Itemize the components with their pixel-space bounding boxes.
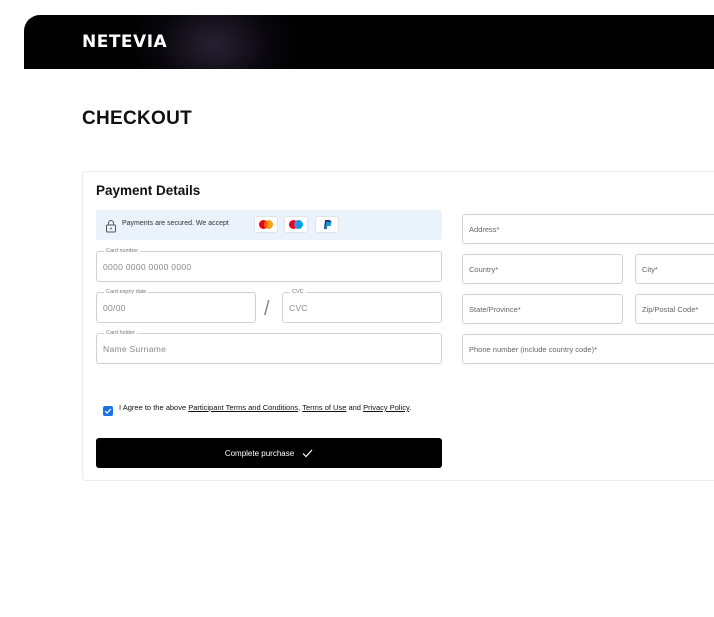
city-input[interactable]: City* — [642, 265, 658, 274]
cvc-field[interactable]: CVC CVC — [282, 288, 442, 323]
paypal-icon — [315, 216, 339, 233]
participant-terms-link[interactable]: Participant Terms and Conditions — [188, 403, 298, 412]
agree-text: I Agree to the above Participant Terms a… — [119, 402, 419, 414]
card-holder-field[interactable]: Card holder Name Surname — [96, 329, 442, 364]
card-number-input[interactable]: 0000 0000 0000 0000 — [103, 262, 191, 272]
zip-input[interactable]: Zip/Postal Code* — [642, 305, 698, 314]
state-field[interactable]: State/Province* — [462, 294, 623, 324]
country-field[interactable]: Country* — [462, 254, 623, 284]
address-input[interactable]: Address* — [469, 225, 499, 234]
terms-of-use-link[interactable]: Terms of Use — [302, 403, 346, 412]
address-field[interactable]: Address* — [462, 214, 714, 244]
cvc-label: CVC — [290, 288, 306, 296]
complete-purchase-button[interactable]: Complete purchase — [96, 438, 442, 468]
agree-sep2: and — [346, 403, 364, 412]
page-title: CHECKOUT — [82, 108, 193, 129]
privacy-policy-link[interactable]: Privacy Policy — [363, 403, 409, 412]
checkmark-icon — [302, 449, 313, 457]
secure-payment-banner: Payments are secured. We accept — [96, 210, 442, 240]
card-holder-input[interactable]: Name Surname — [103, 344, 166, 354]
card-holder-label: Card holder — [104, 329, 137, 337]
cvc-input[interactable]: CVC — [289, 303, 308, 313]
brand-logo[interactable]: NETEVIA — [82, 32, 167, 52]
top-header: NETEVIA — [24, 15, 714, 69]
checkout-card: Payment Details Payments are secured. We… — [82, 171, 714, 481]
maestro-icon — [284, 216, 308, 233]
city-field[interactable]: City* — [635, 254, 714, 284]
card-expiry-input[interactable]: 00/00 — [103, 303, 126, 313]
card-number-label: Card number — [104, 247, 141, 255]
card-number-field[interactable]: Card number 0000 0000 0000 0000 — [96, 247, 442, 282]
payment-details-title: Payment Details — [96, 183, 201, 198]
country-input[interactable]: Country* — [469, 265, 498, 274]
agree-checkbox[interactable] — [103, 406, 113, 416]
state-input[interactable]: State/Province* — [469, 305, 521, 314]
card-expiry-label: Card expiry date — [104, 288, 149, 296]
lock-icon — [105, 218, 117, 233]
agree-prefix: I Agree to the above — [119, 403, 189, 412]
complete-purchase-label: Complete purchase — [224, 448, 295, 458]
card-expiry-field[interactable]: Card expiry date 00/00 — [96, 288, 256, 323]
phone-field[interactable]: Phone number (include country code)* — [462, 334, 714, 364]
expiry-cvc-separator: / — [264, 298, 270, 320]
phone-input[interactable]: Phone number (include country code)* — [469, 345, 597, 354]
check-icon — [104, 408, 112, 414]
agree-suffix: . — [409, 403, 412, 412]
secure-payment-text: Payments are secured. We accept — [122, 220, 229, 227]
mastercard-icon — [254, 216, 278, 233]
zip-field[interactable]: Zip/Postal Code* — [635, 294, 714, 324]
